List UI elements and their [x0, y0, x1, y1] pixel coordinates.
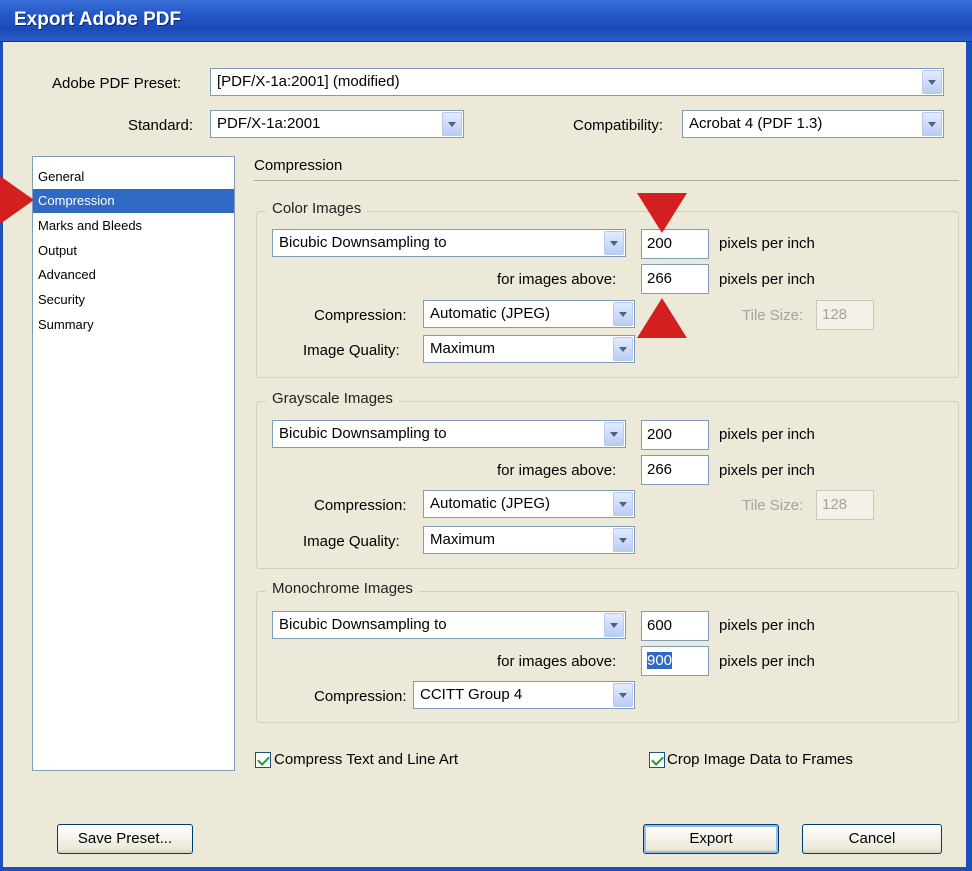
- color-tile-value: 128: [822, 306, 848, 323]
- mono-compression-label: Compression:: [314, 688, 407, 705]
- panel-title: Compression: [254, 157, 343, 174]
- sidebar-item-compression[interactable]: Compression: [33, 189, 234, 213]
- sidebar-item-output[interactable]: Output: [33, 239, 234, 263]
- mono-above-value: 900: [647, 652, 673, 669]
- color-above-value: 266: [647, 270, 673, 287]
- color-above-unit: pixels per inch: [719, 271, 815, 288]
- mono-ppi-unit: pixels per inch: [719, 617, 815, 634]
- chevron-down-icon[interactable]: [922, 112, 942, 136]
- mono-above-label: for images above:: [497, 653, 617, 670]
- pointer-arrow-down-icon: [637, 193, 687, 233]
- title-bar[interactable]: Export Adobe PDF: [0, 0, 972, 42]
- standard-dropdown[interactable]: PDF/X-1a:2001: [210, 110, 464, 138]
- chevron-down-icon[interactable]: [442, 112, 462, 136]
- mono-ppi-field[interactable]: 600: [641, 611, 709, 641]
- mono-ppi-value: 600: [647, 617, 673, 634]
- gray-sampling-dropdown[interactable]: Bicubic Downsampling to: [272, 420, 626, 448]
- chevron-down-icon[interactable]: [613, 528, 633, 552]
- gray-above-field[interactable]: 266: [641, 455, 709, 485]
- monochrome-images-title: Monochrome Images: [266, 580, 419, 597]
- save-preset-button[interactable]: Save Preset...: [57, 824, 193, 854]
- color-quality-label: Image Quality:: [303, 342, 400, 359]
- gray-above-label: for images above:: [497, 462, 617, 479]
- chevron-down-icon[interactable]: [613, 337, 633, 361]
- export-button[interactable]: Export: [643, 824, 779, 854]
- color-quality-value: Maximum: [430, 340, 496, 357]
- mono-compression-value: CCITT Group 4: [420, 686, 523, 703]
- gray-above-unit: pixels per inch: [719, 462, 815, 479]
- chevron-down-icon[interactable]: [922, 70, 942, 94]
- preset-dropdown[interactable]: [PDF/X-1a:2001] (modified): [210, 68, 944, 96]
- category-list[interactable]: General Compression Marks and Bleeds Out…: [32, 156, 235, 771]
- window-frame-bottom: [0, 867, 972, 871]
- sidebar-item-summary[interactable]: Summary: [33, 313, 234, 337]
- pointer-arrow-up-icon: [637, 298, 687, 338]
- sidebar-item-marks-and-bleeds[interactable]: Marks and Bleeds: [33, 214, 234, 238]
- pointer-arrow-icon: [0, 176, 34, 224]
- color-sampling-value: Bicubic Downsampling to: [279, 234, 447, 251]
- gray-sampling-value: Bicubic Downsampling to: [279, 425, 447, 442]
- chevron-down-icon[interactable]: [604, 422, 624, 446]
- standard-value: PDF/X-1a:2001: [217, 115, 321, 132]
- mono-above-field[interactable]: 900: [641, 646, 709, 676]
- color-compression-label: Compression:: [314, 307, 407, 324]
- gray-quality-value: Maximum: [430, 531, 496, 548]
- chevron-down-icon[interactable]: [613, 492, 633, 516]
- color-ppi-unit: pixels per inch: [719, 235, 815, 252]
- color-above-label: for images above:: [497, 271, 617, 288]
- color-above-field[interactable]: 266: [641, 264, 709, 294]
- color-ppi-field[interactable]: 200: [641, 229, 709, 259]
- standard-label: Standard:: [128, 117, 194, 134]
- color-tile-label: Tile Size:: [742, 307, 804, 324]
- crop-image-checkbox[interactable]: [649, 752, 665, 768]
- color-compression-value: Automatic (JPEG): [430, 305, 551, 322]
- color-ppi-value: 200: [647, 235, 673, 252]
- gray-compression-label: Compression:: [314, 497, 407, 514]
- preset-value: [PDF/X-1a:2001] (modified): [217, 73, 400, 90]
- chevron-down-icon[interactable]: [613, 302, 633, 326]
- color-images-title: Color Images: [266, 200, 368, 217]
- gray-ppi-unit: pixels per inch: [719, 426, 815, 443]
- grayscale-images-title: Grayscale Images: [266, 390, 399, 407]
- gray-ppi-value: 200: [647, 426, 673, 443]
- sidebar-item-advanced[interactable]: Advanced: [33, 263, 234, 287]
- preset-label: Adobe PDF Preset:: [52, 75, 182, 92]
- gray-compression-value: Automatic (JPEG): [430, 495, 551, 512]
- crop-image-label[interactable]: Crop Image Data to Frames: [667, 751, 853, 768]
- chevron-down-icon[interactable]: [604, 231, 624, 255]
- compatibility-dropdown[interactable]: Acrobat 4 (PDF 1.3): [682, 110, 944, 138]
- compress-text-label[interactable]: Compress Text and Line Art: [274, 751, 458, 768]
- color-sampling-dropdown[interactable]: Bicubic Downsampling to: [272, 229, 626, 257]
- color-compression-dropdown[interactable]: Automatic (JPEG): [423, 300, 635, 328]
- window-frame-left: [0, 42, 3, 871]
- compress-text-checkbox[interactable]: [255, 752, 271, 768]
- gray-tile-value: 128: [822, 496, 848, 513]
- color-tile-field: 128: [816, 300, 874, 330]
- panel-title-divider: [254, 180, 959, 181]
- gray-above-value: 266: [647, 461, 673, 478]
- compatibility-label: Compatibility:: [573, 117, 664, 134]
- gray-ppi-field[interactable]: 200: [641, 420, 709, 450]
- gray-quality-dropdown[interactable]: Maximum: [423, 526, 635, 554]
- compatibility-value: Acrobat 4 (PDF 1.3): [689, 115, 823, 132]
- gray-quality-label: Image Quality:: [303, 533, 400, 550]
- mono-above-unit: pixels per inch: [719, 653, 815, 670]
- mono-compression-dropdown[interactable]: CCITT Group 4: [413, 681, 635, 709]
- sidebar-item-security[interactable]: Security: [33, 288, 234, 312]
- mono-sampling-dropdown[interactable]: Bicubic Downsampling to: [272, 611, 626, 639]
- gray-compression-dropdown[interactable]: Automatic (JPEG): [423, 490, 635, 518]
- window-title: Export Adobe PDF: [14, 9, 182, 30]
- gray-tile-label: Tile Size:: [742, 497, 804, 514]
- chevron-down-icon[interactable]: [613, 683, 633, 707]
- cancel-button[interactable]: Cancel: [802, 824, 942, 854]
- gray-tile-field: 128: [816, 490, 874, 520]
- color-quality-dropdown[interactable]: Maximum: [423, 335, 635, 363]
- mono-sampling-value: Bicubic Downsampling to: [279, 616, 447, 633]
- chevron-down-icon[interactable]: [604, 613, 624, 637]
- window-frame-right: [966, 42, 972, 871]
- sidebar-item-general[interactable]: General: [33, 165, 234, 189]
